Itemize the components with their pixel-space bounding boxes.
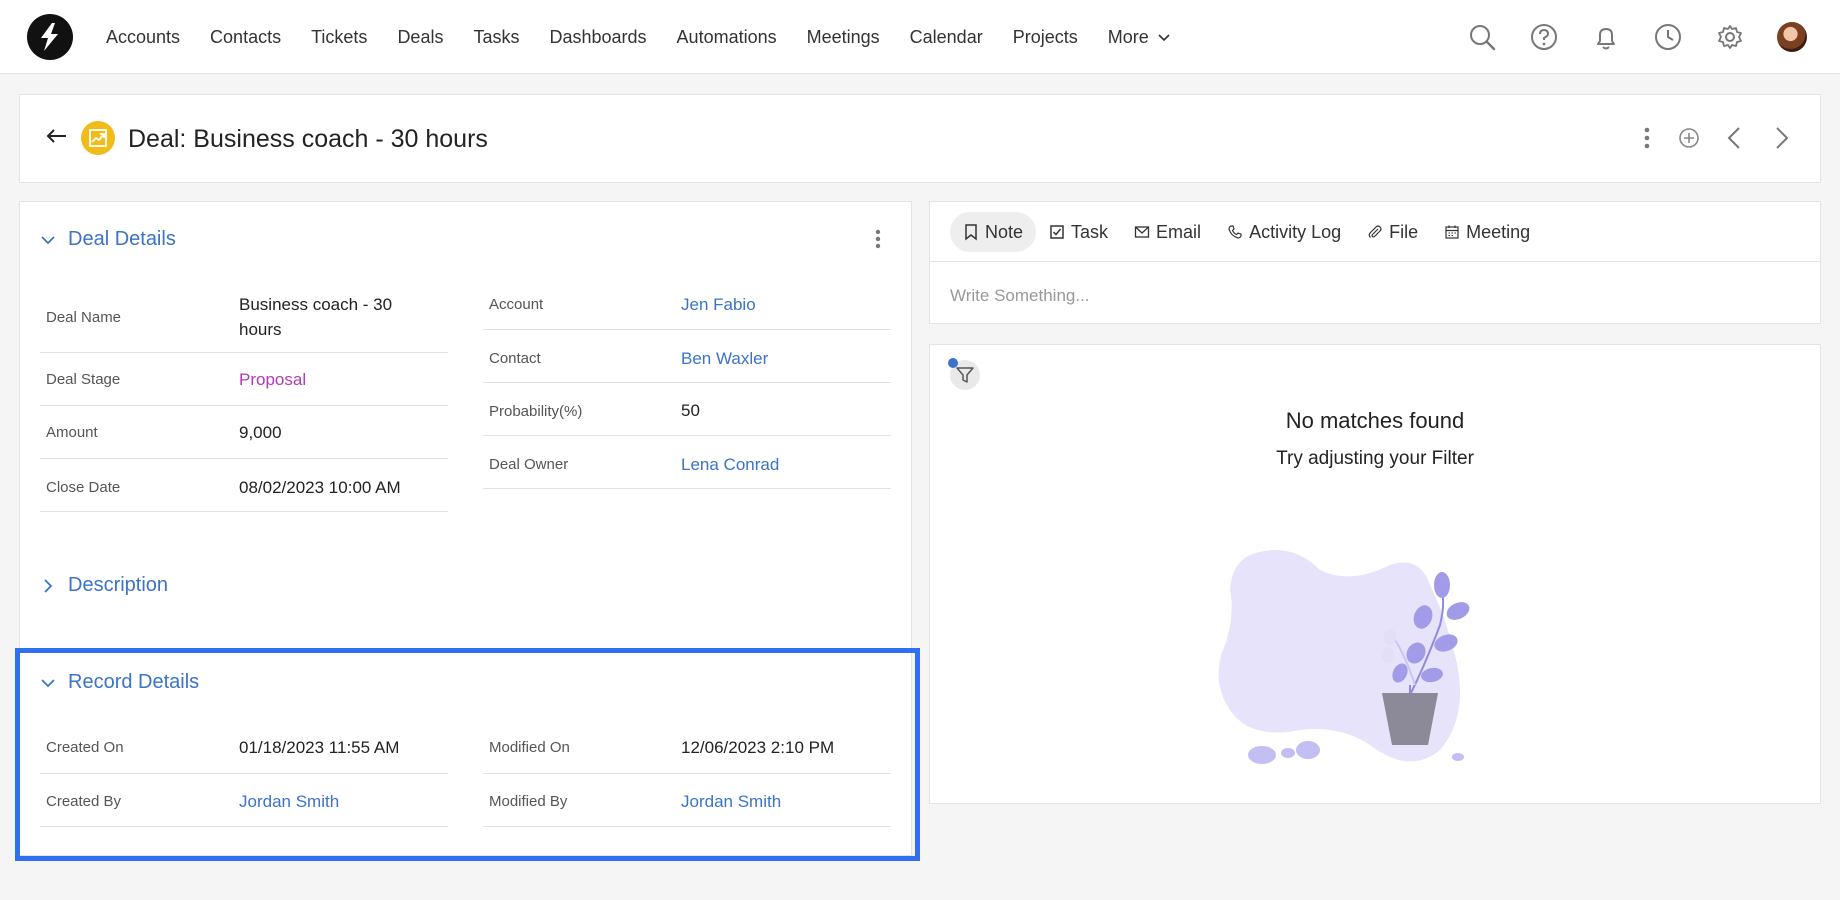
help-icon[interactable] <box>1528 21 1560 53</box>
composer-divider <box>930 261 1820 262</box>
nav-item-accounts[interactable]: Accounts <box>106 27 180 48</box>
back-arrow-icon[interactable] <box>44 123 70 149</box>
bookmark-icon <box>965 224 977 241</box>
field-value: Business coach - 30 hours <box>239 295 393 339</box>
tab-label: Email <box>1156 221 1202 242</box>
tab-label: Meeting <box>1466 221 1531 242</box>
trend-chart-icon <box>89 129 107 147</box>
field-value: 9,000 <box>239 423 282 442</box>
tab-label: Activity Log <box>1249 221 1342 242</box>
activity-feed: No matches found Try adjusting your Filt… <box>929 344 1821 804</box>
user-avatar[interactable] <box>1777 22 1807 52</box>
field-label: Probability(%) <box>489 403 583 420</box>
field-close-date: Close Date 08/02/2023 10:00 AM <box>40 459 448 512</box>
phone-icon <box>1228 225 1242 239</box>
nav-more-menu[interactable]: More <box>1108 27 1171 48</box>
checkbox-icon <box>1050 225 1064 239</box>
paperclip-icon <box>1368 225 1382 238</box>
account-link[interactable]: Jen Fabio <box>681 292 756 317</box>
nav-item-deals[interactable]: Deals <box>397 27 443 48</box>
tab-label: Task <box>1071 221 1109 242</box>
record-details-highlight <box>15 648 920 861</box>
tab-meeting[interactable]: Meeting <box>1431 212 1543 252</box>
field-deal-owner: Deal Owner Lena Conrad <box>483 436 891 489</box>
add-circle-icon[interactable] <box>1674 123 1704 153</box>
nav-item-tasks[interactable]: Tasks <box>473 27 519 48</box>
nav-more-label: More <box>1107 26 1149 47</box>
tab-note[interactable]: Note <box>950 212 1037 252</box>
bell-icon[interactable] <box>1590 21 1622 53</box>
more-options-icon[interactable] <box>1632 123 1662 153</box>
search-icon[interactable] <box>1466 21 1498 53</box>
email-icon <box>1134 226 1150 238</box>
nav-item-dashboards[interactable]: Dashboards <box>549 27 646 48</box>
calendar-icon <box>1445 225 1459 239</box>
app-logo[interactable] <box>27 14 73 60</box>
gear-icon[interactable] <box>1714 21 1746 53</box>
field-amount: Amount 9,000 <box>40 406 448 459</box>
field-account: Account Jen Fabio <box>483 277 891 330</box>
contact-link[interactable]: Ben Waxler <box>681 346 768 371</box>
nav-item-automations[interactable]: Automations <box>677 27 777 48</box>
empty-state-title: No matches found <box>1285 408 1465 433</box>
logo-mark-icon <box>41 23 58 51</box>
field-contact: Contact Ben Waxler <box>483 330 891 383</box>
deal-details-toggle[interactable]: Deal Details <box>40 228 176 251</box>
tab-task[interactable]: Task <box>1036 212 1121 252</box>
field-label: Deal Name <box>46 309 122 326</box>
filter-active-dot <box>948 358 958 368</box>
field-label: Account <box>489 296 544 313</box>
clock-icon[interactable] <box>1652 21 1684 53</box>
nav-item-projects[interactable]: Projects <box>1013 27 1078 48</box>
tab-label: File <box>1389 221 1419 242</box>
chevron-down-icon <box>41 235 55 244</box>
activity-composer: Note Task Email Activity Log File Meetin… <box>929 201 1821 324</box>
nav-item-contacts[interactable]: Contacts <box>210 27 281 48</box>
empty-state-subtitle: Try adjusting your Filter <box>1276 448 1474 469</box>
record-header: Deal: Business coach - 30 hours <box>19 94 1821 183</box>
note-input[interactable] <box>950 282 1800 310</box>
nav-item-meetings[interactable]: Meetings <box>807 27 880 48</box>
chevron-down-icon <box>1158 34 1170 42</box>
section-more-icon[interactable] <box>868 224 888 254</box>
field-probability: Probability(%) 50 <box>483 383 891 436</box>
tab-file[interactable]: File <box>1354 212 1431 252</box>
next-record-icon[interactable] <box>1766 123 1796 153</box>
composer-tabs: Note Task Email Activity Log File Meetin… <box>950 212 1543 252</box>
field-label: Deal Stage <box>46 371 121 388</box>
field-deal-stage: Deal Stage Proposal <box>40 353 448 406</box>
field-label: Amount <box>46 424 98 441</box>
tab-label: Note <box>985 221 1024 242</box>
field-label: Close Date <box>46 479 121 496</box>
description-title: Description <box>68 574 169 596</box>
field-label: Deal Owner <box>489 456 569 473</box>
field-value: 08/02/2023 10:00 AM <box>239 478 401 497</box>
deal-stage-value: Proposal <box>239 370 307 389</box>
field-deal-name: Deal Name Business coach - 30 hours <box>40 289 448 353</box>
main-nav-menu: Accounts Contacts Tickets Deals Tasks Da… <box>106 0 1201 74</box>
deal-type-badge <box>81 121 115 155</box>
nav-item-calendar[interactable]: Calendar <box>910 27 983 48</box>
previous-record-icon[interactable] <box>1720 123 1750 153</box>
tab-activity-log[interactable]: Activity Log <box>1214 212 1354 252</box>
filter-button[interactable] <box>948 358 980 390</box>
top-navigation-bar: Accounts Contacts Tickets Deals Tasks Da… <box>0 0 1840 74</box>
description-toggle[interactable]: Description <box>40 574 168 597</box>
deal-owner-link[interactable]: Lena Conrad <box>681 452 779 477</box>
chevron-right-icon <box>44 578 53 593</box>
field-label: Contact <box>489 350 541 367</box>
nav-item-tickets[interactable]: Tickets <box>311 27 367 48</box>
page-title: Deal: Business coach - 30 hours <box>128 125 488 153</box>
tab-email[interactable]: Email <box>1121 212 1214 252</box>
empty-plant-illustration <box>1218 550 1470 764</box>
field-value: 50 <box>681 401 700 420</box>
deal-details-title: Deal Details <box>68 228 176 250</box>
